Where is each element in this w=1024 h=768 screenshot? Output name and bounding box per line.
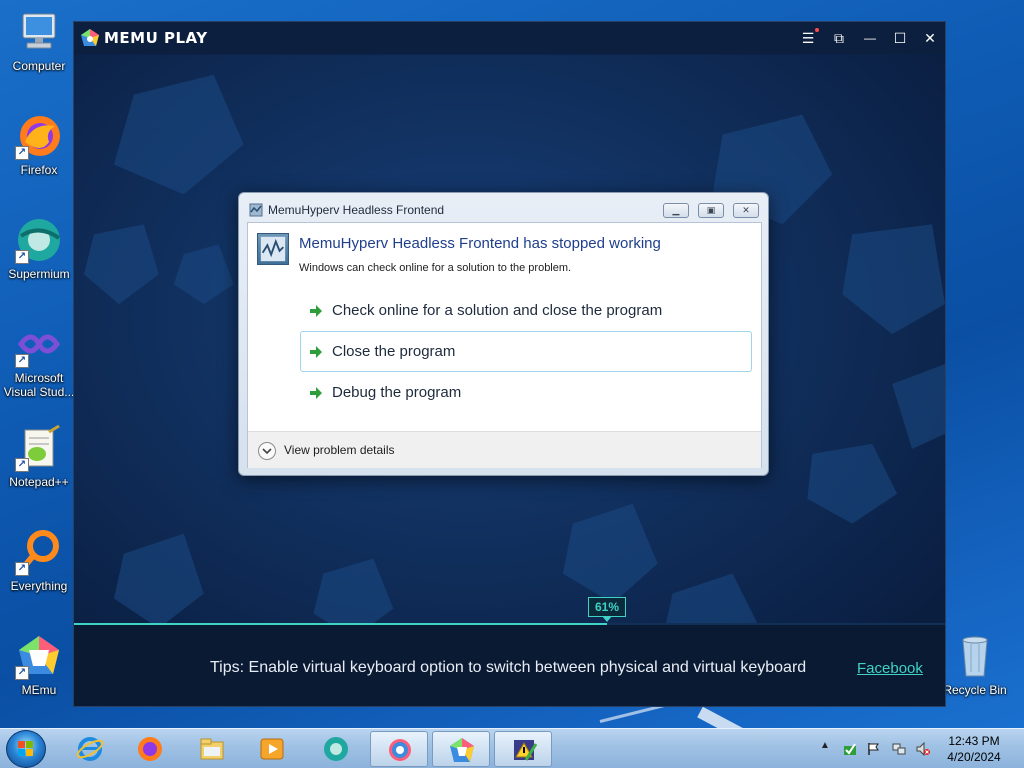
desktop-icon-label: Computer [12, 59, 66, 73]
debug-program-option[interactable]: Debug the program [300, 372, 752, 413]
security-check-icon[interactable] [843, 742, 857, 756]
taskbar-supermium[interactable] [307, 731, 365, 767]
desktop-icon-label: Supermium [8, 267, 70, 281]
volume-muted-icon[interactable] [916, 742, 930, 756]
taskbar-ie[interactable] [61, 731, 119, 767]
option-label: Close the program [332, 343, 456, 360]
dialog-title: MemuHyperv Headless Frontend [268, 203, 445, 217]
view-problem-details-link[interactable]: View problem details [284, 443, 395, 457]
desktop-icon-notepadpp[interactable]: ↗ Notepad++ [3, 424, 75, 489]
dialog-minimize-button[interactable]: ▁ [663, 203, 689, 218]
dialog-body: MemuHyperv Headless Frontend has stopped… [247, 222, 762, 468]
supermium-icon: ↗ [15, 216, 63, 264]
dialog-footer: View problem details [248, 431, 761, 468]
dialog-heading: MemuHyperv Headless Frontend has stopped… [299, 235, 661, 252]
desktop-icon-recycle-bin[interactable]: Recycle Bin [939, 632, 1011, 697]
supermium-icon [324, 737, 348, 761]
error-dialog: MemuHyperv Headless Frontend ▁ ▣ ✕ MemuH… [238, 192, 769, 476]
taskbar: ▲ 12:43 PM 4/20/2024 [0, 728, 1024, 768]
shortcut-arrow-icon: ↗ [15, 458, 29, 472]
dialog-subtext: Windows can check online for a solution … [299, 262, 572, 274]
desktop-icon-everything[interactable]: ↗ Everything [3, 528, 75, 593]
shortcut-arrow-icon: ↗ [15, 354, 29, 368]
progress-pointer [602, 616, 612, 622]
taskbar-error-report[interactable] [494, 731, 552, 767]
desktop-icon-memu[interactable]: ↗ MEmu [3, 632, 75, 697]
clock-time: 12:43 PM [948, 734, 1000, 748]
recycle-bin-icon [951, 632, 999, 680]
chevron-down-icon[interactable] [258, 442, 276, 460]
error-report-icon [514, 740, 538, 761]
computer-icon [15, 8, 63, 56]
app-icon [249, 203, 263, 217]
close-button[interactable]: ✕ [919, 28, 941, 48]
taskbar-memu[interactable] [432, 731, 490, 767]
desktop-icon-label: Everything [10, 579, 68, 593]
folder-icon [200, 738, 224, 760]
green-arrow-icon [310, 387, 322, 399]
restore-window-button[interactable]: ⧉ [828, 28, 850, 48]
minimize-button[interactable]: — [859, 28, 881, 48]
taskbar-explorer[interactable] [183, 731, 241, 767]
memu-logo: MEMU PLAY [80, 28, 208, 48]
maximize-button[interactable]: ☐ [889, 28, 911, 48]
desktop-icon-computer[interactable]: Computer [3, 8, 75, 73]
program-error-icon [257, 233, 289, 265]
green-arrow-icon [310, 305, 322, 317]
memu-multi-icon [389, 739, 411, 761]
taskbar-media-player[interactable] [243, 731, 301, 767]
firefox-icon: ↗ [15, 112, 63, 160]
memu-logo-text: MEMU PLAY [104, 29, 208, 47]
start-button[interactable] [6, 730, 46, 768]
internet-explorer-icon [76, 737, 104, 761]
dialog-maximize-button[interactable]: ▣ [698, 203, 724, 218]
desktop-icon-label: Recycle Bin [943, 683, 1007, 697]
close-program-option[interactable]: Close the program [300, 331, 752, 372]
desktop-icon-visual-studio[interactable]: ↗ Microsoft Visual Stud... [3, 320, 75, 399]
shortcut-arrow-icon: ↗ [15, 562, 29, 576]
clock-date: 4/20/2024 [947, 750, 1001, 764]
taskbar-firefox[interactable] [121, 731, 179, 767]
dialog-close-button[interactable]: ✕ [733, 203, 759, 218]
memu-titlebar[interactable]: MEMU PLAY ☰ ⧉ — ☐ ✕ [74, 22, 945, 54]
action-center-flag-icon[interactable] [867, 742, 881, 756]
shortcut-arrow-icon: ↗ [15, 666, 29, 680]
media-player-icon [260, 738, 284, 760]
shortcut-arrow-icon: ↗ [15, 146, 29, 160]
notification-dot [815, 28, 819, 32]
option-label: Debug the program [332, 384, 462, 401]
tips-text: Tips: Enable virtual keyboard option to … [210, 659, 807, 676]
notepadpp-icon: ↗ [15, 424, 63, 472]
desktop-icon-supermium[interactable]: ↗ Supermium [3, 216, 75, 281]
visual-studio-icon: ↗ [15, 320, 63, 368]
progress-percent-label: 61% [588, 597, 626, 617]
memu-icon [450, 738, 474, 762]
taskbar-memu-multi[interactable] [370, 731, 428, 767]
windows-logo-icon [18, 741, 33, 756]
memu-icon: ↗ [15, 632, 63, 680]
firefox-icon [138, 737, 162, 761]
desktop-icon-label: Notepad++ [9, 475, 69, 489]
option-label: Check online for a solution and close th… [332, 302, 663, 319]
memu-logo-icon [81, 29, 99, 46]
green-arrow-icon [310, 346, 322, 358]
show-hidden-icons-icon[interactable]: ▲ [820, 740, 834, 754]
desktop-icon-label: Microsoft Visual Stud... [3, 371, 75, 399]
check-online-option[interactable]: Check online for a solution and close th… [300, 290, 752, 331]
network-icon[interactable] [892, 742, 906, 756]
shortcut-arrow-icon: ↗ [15, 250, 29, 264]
facebook-link[interactable]: Facebook [857, 660, 923, 677]
tips-bar: Tips: Enable virtual keyboard option to … [74, 625, 945, 706]
desktop-icon-label: Firefox [20, 163, 58, 177]
taskbar-clock[interactable]: 12:43 PM 4/20/2024 [944, 733, 1004, 765]
everything-search-icon: ↗ [15, 528, 63, 576]
desktop-icon-firefox[interactable]: ↗ Firefox [3, 112, 75, 177]
desktop-icon-label: MEmu [21, 683, 57, 697]
